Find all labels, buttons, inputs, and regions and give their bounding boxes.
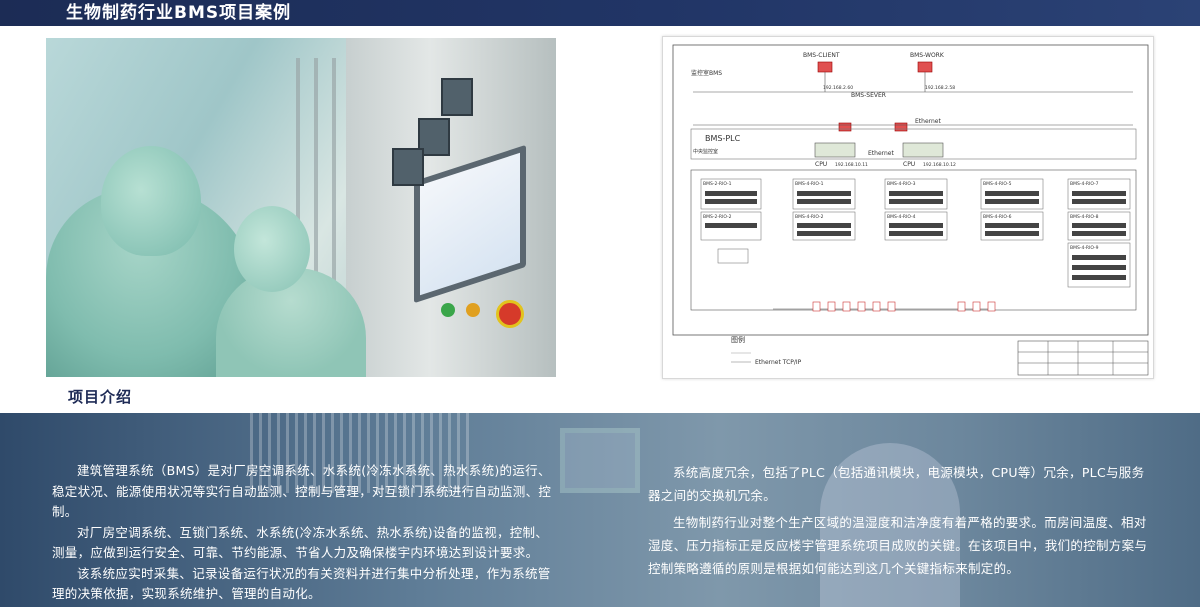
intro-paragraph: 系统高度冗余，包括了PLC（包括通讯模块，电源模块，CPU等）冗余，PLC与服务… [648,465,1145,503]
emergency-stop-icon [496,300,524,328]
page-title: 生物制药行业BMS项目案例 [66,3,292,23]
ethernet-label: Ethernet [868,150,894,157]
green-button-icon [441,303,455,317]
legend-ethernet: Ethernet TCP/IP [755,359,802,366]
cpu-label: CPU [903,161,915,168]
intro-paragraph: 生物制药行业对整个生产区域的温湿度和洁净度有着严格的要求。而房间温度、相对湿度、… [648,515,1148,576]
meter-icon [392,148,424,186]
rio-label: BMS-4-RIO-9 [1070,245,1099,251]
intro-paragraph: 建筑管理系统（BMS）是对厂房空调系统、水系统(冷冻水系统、热水系统)的运行、稳… [52,463,552,519]
intro-right-column: 系统高度冗余，包括了PLC（包括通讯模块，电源模块，CPU等）冗余，PLC与服务… [648,461,1150,580]
rio-label: BMS-4-RIO-5 [983,181,1012,187]
intro-left-column: 建筑管理系统（BMS）是对厂房空调系统、水系统(冷冻水系统、热水系统)的运行、稳… [52,461,552,605]
rio-label: BMS-4-RIO-4 [887,214,916,220]
worker-hood [234,206,310,292]
ip-plc-2: 192.168.10.12 [923,162,956,168]
ip-client: 192.168.2.60 [823,85,853,91]
work-label: BMS-WORK [910,52,945,59]
rio-label: BMS-4-RIO-2 [795,214,824,220]
rio-label: BMS-4-RIO-8 [1070,214,1099,220]
header-bar: 生物制药行业BMS项目案例 [0,0,1200,26]
rio-label: BMS-4-RIO-7 [1070,181,1099,187]
rio-label: BMS-2-RIO-1 [703,181,732,187]
ip-plc-1: 192.168.10.11 [835,162,868,168]
rio-label: BMS-4-RIO-1 [795,181,824,187]
worker-hood [101,146,201,256]
rio-label: BMS-4-RIO-3 [887,181,916,187]
bms-topology-diagram: BMS-CLIENT BMS-WORK 监控室BMS 192.168.2.60 … [662,36,1154,379]
plc-label: BMS-PLC [705,134,741,143]
intro-paragraph: 对厂房空调系统、互锁门系统、水系统(冷冻水系统、热水系统)设备的监视，控制、测量… [52,524,549,561]
ethernet-label: Ethernet [915,118,941,125]
ip-work: 192.168.2.58 [925,85,955,91]
room-label: 监控室BMS [691,69,722,77]
intro-band: 建筑管理系统（BMS）是对厂房空调系统、水系统(冷冻水系统、热水系统)的运行、稳… [0,413,1200,607]
rio-label: BMS-4-RIO-6 [983,214,1012,220]
cpu-label: CPU [815,161,827,168]
yellow-button-icon [466,303,480,317]
intro-paragraph: 该系统应实时采集、记录设备运行状况的有关资料并进行集中分析处理，作为系统管理的决… [52,565,551,602]
rio-label: BMS-2-RIO-2 [703,214,732,220]
legend-title: 图例 [731,335,745,344]
screen-decoration [560,428,640,493]
meter-icon [441,78,473,116]
cleanroom-photo [46,38,556,377]
client-label: BMS-CLIENT [803,52,840,59]
server-label: BMS-SEVER [851,92,886,99]
control-room-label: 中央监控室 [693,148,718,155]
section-title: 项目介绍 [68,388,133,406]
